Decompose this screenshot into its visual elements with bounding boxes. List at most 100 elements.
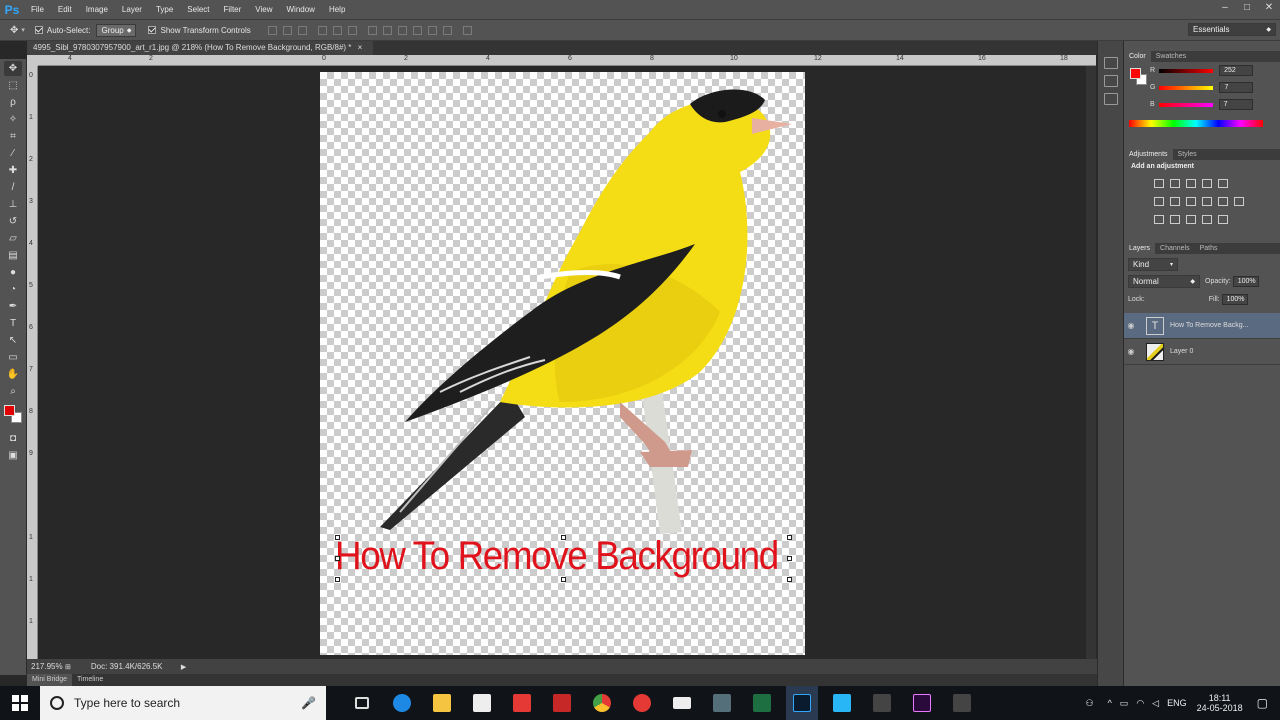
app-dark-icon[interactable]	[866, 686, 898, 720]
gradient-map-icon[interactable]	[1218, 215, 1228, 224]
distribute-vcenter-icon[interactable]	[382, 25, 392, 35]
invert-icon[interactable]	[1154, 215, 1164, 224]
auto-select-checkbox[interactable]: Auto-Select:	[34, 26, 90, 35]
microphone-icon[interactable]: 🎤	[301, 696, 316, 710]
opera-icon[interactable]	[626, 686, 658, 720]
info-panel-icon[interactable]	[1104, 93, 1118, 105]
document-tab[interactable]: 4995_Sibl_9780307957900_art_r1.jpg @ 218…	[27, 41, 373, 55]
transform-handle-mr[interactable]	[787, 556, 792, 561]
auto-align-icon[interactable]	[462, 25, 472, 35]
transform-handle-bl[interactable]	[335, 577, 340, 582]
channel-mixer-icon[interactable]	[1218, 197, 1228, 206]
chrome-icon[interactable]	[586, 686, 618, 720]
photo-filter-icon[interactable]	[1202, 197, 1212, 206]
healing-brush-tool-icon[interactable]: ✚	[4, 163, 22, 178]
horizontal-ruler[interactable]: 4 2 0 2 4 6 8 10 12 14 16 18	[38, 55, 1096, 66]
blur-tool-icon[interactable]: ●	[4, 265, 22, 280]
align-bottom-icon[interactable]	[297, 25, 307, 35]
marquee-tool-icon[interactable]: ⬚	[4, 78, 22, 93]
visibility-eye-icon[interactable]: ◉	[1124, 347, 1138, 356]
vertical-ruler[interactable]: 0 1 2 3 4 5 6 7 8 9 1 1 1	[27, 66, 38, 659]
foreground-color-swatch[interactable]	[1130, 68, 1141, 79]
blue-value-input[interactable]: 7	[1218, 99, 1253, 110]
levels-icon[interactable]	[1170, 179, 1180, 188]
transform-handle-tc[interactable]	[561, 535, 566, 540]
threshold-icon[interactable]	[1186, 215, 1196, 224]
magic-wand-tool-icon[interactable]: ✧	[4, 112, 22, 127]
menu-layer[interactable]: Layer	[115, 0, 149, 19]
photoshop-taskbar-icon[interactable]	[786, 686, 818, 720]
app-l-icon[interactable]	[826, 686, 858, 720]
menu-edit[interactable]: Edit	[51, 0, 79, 19]
pen-tool-icon[interactable]: ✒	[4, 299, 22, 314]
fill-input[interactable]: 100%	[1221, 293, 1248, 305]
workspace-dropdown[interactable]: Essentials ◆	[1188, 23, 1276, 36]
edge-browser-icon[interactable]	[386, 686, 418, 720]
zoom-level[interactable]: 217.95%	[31, 662, 63, 671]
color-balance-icon[interactable]	[1170, 197, 1180, 206]
transform-handle-tr[interactable]	[787, 535, 792, 540]
vibrance-icon[interactable]	[1218, 179, 1228, 188]
red-value-input[interactable]: 252	[1219, 65, 1254, 76]
blend-mode-dropdown[interactable]: Normal ◆	[1128, 274, 1200, 288]
dodge-tool-icon[interactable]: ◔	[4, 282, 22, 297]
layer-row-text[interactable]: ◉ T How To Remove Backg...	[1124, 313, 1280, 339]
foreground-color-swatch[interactable]	[4, 405, 15, 416]
notifications-icon[interactable]: ▢	[1257, 696, 1268, 710]
ruler-origin[interactable]	[27, 55, 38, 66]
menu-filter[interactable]: Filter	[217, 0, 249, 19]
hand-tool-icon[interactable]: ✋	[4, 367, 22, 382]
posterize-icon[interactable]	[1170, 215, 1180, 224]
status-menu-arrow-icon[interactable]: ▶	[181, 663, 186, 671]
menu-view[interactable]: View	[248, 0, 279, 19]
tab-mini-bridge[interactable]: Mini Bridge	[27, 674, 73, 686]
tab-styles[interactable]: Styles	[1173, 149, 1202, 160]
quick-mask-icon[interactable]: ◘	[4, 431, 22, 446]
hue-saturation-icon[interactable]	[1154, 197, 1164, 206]
align-hcenter-icon[interactable]	[332, 25, 342, 35]
show-transform-controls-checkbox[interactable]: Show Transform Controls	[148, 26, 251, 35]
path-selection-tool-icon[interactable]: ↖	[4, 333, 22, 348]
close-tab-icon[interactable]: ×	[358, 43, 363, 52]
mail-icon[interactable]	[666, 686, 698, 720]
move-tool-icon[interactable]: ✥	[4, 61, 22, 76]
align-vcenter-icon[interactable]	[282, 25, 292, 35]
menu-window[interactable]: Window	[280, 0, 322, 19]
clock[interactable]: 18:11 24-05-2018	[1197, 693, 1243, 713]
premiere-icon[interactable]	[906, 686, 938, 720]
auto-select-dropdown[interactable]: Group ◆	[96, 23, 137, 37]
tab-layers[interactable]: Layers	[1124, 243, 1156, 254]
distribute-right-icon[interactable]	[442, 25, 452, 35]
tab-color[interactable]: Color	[1124, 51, 1151, 62]
app-red-icon[interactable]	[506, 686, 538, 720]
transform-handle-ml[interactable]	[335, 556, 340, 561]
lasso-tool-icon[interactable]: ρ	[4, 95, 22, 110]
download-app-icon[interactable]	[706, 686, 738, 720]
minimize-icon[interactable]: –	[1214, 0, 1236, 16]
color-lookup-icon[interactable]	[1234, 197, 1244, 206]
align-left-icon[interactable]	[317, 25, 327, 35]
menu-type[interactable]: Type	[149, 0, 180, 19]
transform-handle-bc[interactable]	[561, 577, 566, 582]
zoom-tool-icon[interactable]: ⌕	[4, 384, 22, 399]
excel-icon[interactable]	[746, 686, 778, 720]
align-right-icon[interactable]	[347, 25, 357, 35]
volume-icon[interactable]: ◁	[1152, 698, 1159, 709]
visibility-eye-icon[interactable]: ◉	[1124, 321, 1138, 330]
tab-adjustments[interactable]: Adjustments	[1124, 149, 1173, 160]
battery-icon[interactable]: ▭	[1120, 698, 1129, 709]
tool-preset-chevron-icon[interactable]: ▾	[21, 26, 25, 34]
shape-tool-icon[interactable]: ▭	[4, 350, 22, 365]
menu-file[interactable]: File	[24, 0, 51, 19]
tab-swatches[interactable]: Swatches	[1151, 51, 1191, 62]
screen-mode-icon[interactable]: ▣	[4, 448, 22, 463]
history-brush-tool-icon[interactable]: ↺	[4, 214, 22, 229]
transform-handle-tl[interactable]	[335, 535, 340, 540]
store-icon[interactable]	[466, 686, 498, 720]
mcafee-icon[interactable]	[546, 686, 578, 720]
green-slider[interactable]	[1159, 85, 1214, 90]
green-value-input[interactable]: 7	[1219, 82, 1254, 93]
people-icon[interactable]: ⚇	[1085, 698, 1093, 709]
eyedropper-tool-icon[interactable]: ⁄	[4, 146, 22, 161]
close-icon[interactable]: ✕	[1258, 0, 1280, 16]
